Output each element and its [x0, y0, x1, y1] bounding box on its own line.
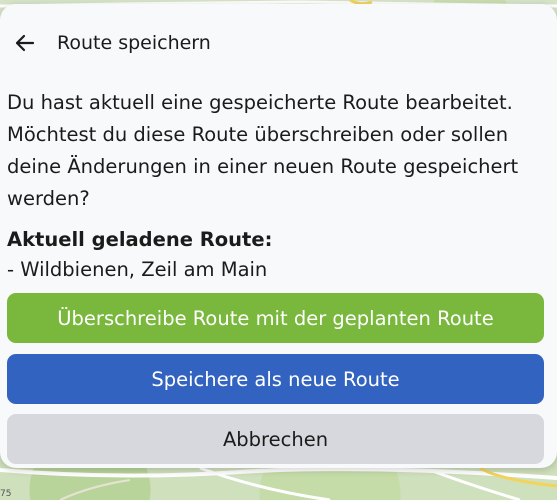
dialog-header: Route speichern: [0, 22, 557, 66]
arrow-left-icon[interactable]: [12, 30, 38, 56]
map-scale-label: 75: [0, 489, 12, 499]
dialog-title: Route speichern: [57, 32, 211, 54]
save-as-new-route-button[interactable]: Speichere als neue Route: [7, 354, 544, 404]
current-route-label: Aktuell geladene Route:: [7, 228, 273, 251]
current-route-name: - Wildbienen, Zeil am Main: [7, 258, 268, 281]
save-route-dialog: Route speichern Du hast aktuell eine ges…: [0, 4, 557, 468]
dialog-message: Du hast aktuell eine gespeicherte Route …: [7, 91, 519, 210]
cancel-button[interactable]: Abbrechen: [7, 414, 544, 464]
overwrite-route-button[interactable]: Überschreibe Route mit der geplanten Rou…: [7, 293, 544, 343]
